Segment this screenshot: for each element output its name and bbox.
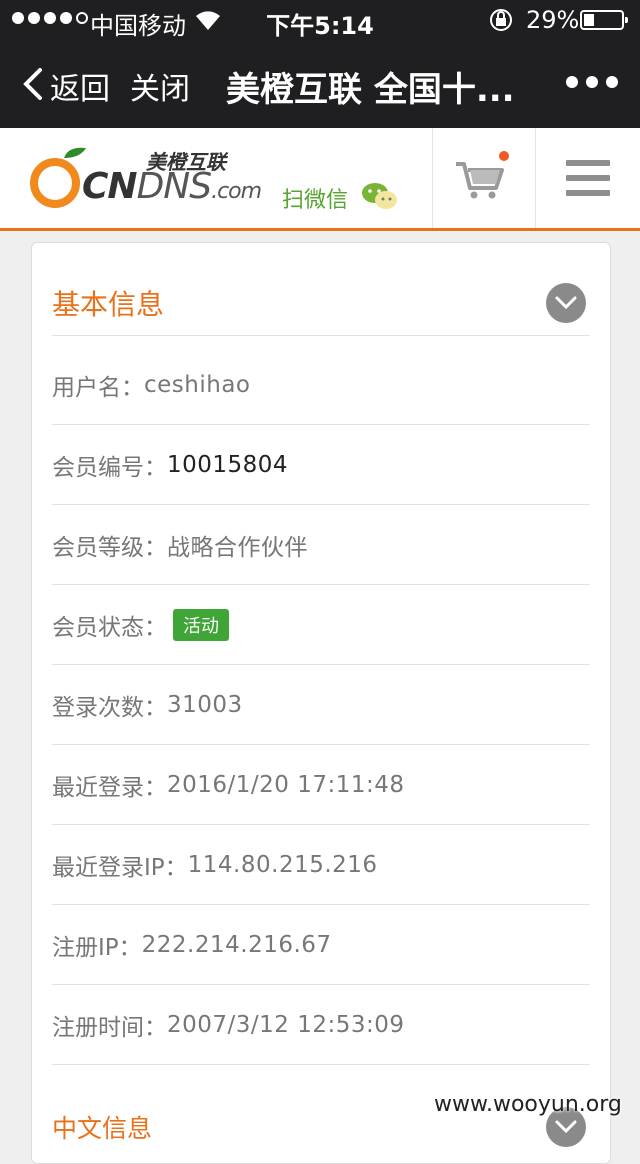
field-value: 222.214.216.67 (141, 931, 332, 958)
info-row-register-time: 注册时间： 2007/3/12 12:53:09 (52, 985, 590, 1065)
status-bar: 中国移动 下午5:14 29% (0, 0, 640, 40)
field-label: 用户名： (52, 374, 144, 401)
nav-bar: 返回 关闭 美橙互联 全国十... (0, 40, 640, 128)
battery-icon (580, 10, 628, 30)
info-row-member-status: 会员状态： 活动 (52, 585, 590, 665)
logo-wordmark: CNDNS.com (82, 166, 262, 207)
section-title-chinese-info: 中文信息 (52, 1114, 153, 1143)
battery-percent: 29% (526, 6, 580, 34)
watermark: www.wooyun.org (434, 1092, 622, 1117)
field-label: 注册IP： (52, 934, 142, 961)
field-label: 注册时间： (52, 1014, 167, 1041)
shopping-cart-icon[interactable] (452, 150, 512, 202)
field-label: 会员编号： (52, 454, 167, 481)
orientation-lock-icon (490, 9, 512, 31)
back-chevron-icon[interactable] (18, 66, 54, 102)
section-title-basic-info: 基本信息 (52, 288, 165, 321)
info-row-register-ip: 注册IP： 222.214.216.67 (52, 905, 590, 985)
info-row-last-login: 最近登录： 2016/1/20 17:11:48 (52, 745, 590, 825)
field-value: 10015804 (167, 451, 289, 478)
field-label: 最近登录： (52, 774, 167, 801)
info-row-last-login-ip: 最近登录IP： 114.80.215.216 (52, 825, 590, 905)
header-divider (432, 128, 433, 228)
field-value: 31003 (167, 691, 243, 718)
more-options-icon[interactable] (566, 76, 618, 88)
divider (52, 335, 590, 336)
account-info-card: 基本信息 用户名： ceshihao 会员编号： 10015804 会员等级： … (31, 242, 611, 1164)
field-label: 会员状态： (52, 614, 167, 641)
field-value: 114.80.215.216 (187, 851, 378, 878)
scan-wechat-link[interactable]: 扫微信 (282, 182, 348, 214)
back-button[interactable]: 返回 (50, 64, 110, 108)
status-badge: 活动 (173, 608, 229, 641)
field-label: 最近登录IP： (52, 854, 188, 881)
field-value: 2016/1/20 17:11:48 (167, 771, 405, 798)
field-value: ceshihao (144, 371, 251, 398)
info-row-member-level: 会员等级： 战略合作伙伴 (52, 505, 590, 585)
site-logo[interactable]: 美橙互联 CNDNS.com (26, 140, 262, 220)
field-label: 会员等级： (52, 534, 167, 561)
hamburger-menu-icon[interactable] (566, 160, 610, 196)
leaf-icon (64, 147, 86, 158)
collapse-chevron-icon[interactable] (546, 283, 586, 323)
orange-logo-icon (30, 158, 80, 208)
info-list: 用户名： ceshihao 会员编号： 10015804 会员等级： 战略合作伙… (52, 345, 590, 1065)
info-row-member-id: 会员编号： 10015804 (52, 425, 590, 505)
info-row-username: 用户名： ceshihao (52, 345, 590, 425)
page-title: 美橙互联 全国十... (226, 70, 515, 110)
field-value: 2007/3/12 12:53:09 (167, 1011, 405, 1038)
close-button[interactable]: 关闭 (130, 64, 190, 108)
site-header: 美橙互联 CNDNS.com 扫微信 (0, 128, 640, 231)
header-divider (535, 128, 536, 228)
info-row-login-count: 登录次数： 31003 (52, 665, 590, 745)
wechat-icon[interactable] (360, 180, 400, 212)
field-value: 战略合作伙伴 (167, 534, 308, 561)
field-label: 登录次数： (52, 694, 167, 721)
